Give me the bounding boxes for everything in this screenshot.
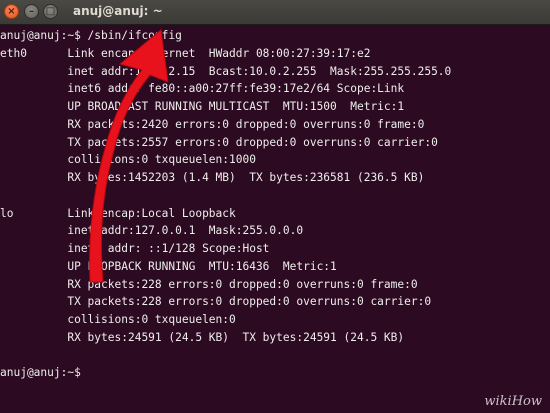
terminal-line: RX packets:2420 errors:0 dropped:0 overr… <box>0 117 425 131</box>
terminal-line: eth0 Link encap:Ethernet HWaddr 08:00:27… <box>0 46 371 60</box>
terminal-line: inet6 addr: fe80::a00:27ff:fe39:17e2/64 … <box>0 82 405 96</box>
terminal-line: anuj@anuj:~$ /sbin/ifconfig <box>0 29 182 42</box>
maximize-window-button[interactable]: □ <box>43 4 58 19</box>
terminal-line: RX bytes:1452203 (1.4 MB) TX bytes:23658… <box>0 171 425 184</box>
wikihow-watermark: wikiHow <box>484 394 542 409</box>
terminal-line: anuj@anuj:~$ <box>0 366 88 380</box>
terminal-line: inet addr:127.0.0.1 Mask:255.0.0.0 <box>0 224 304 238</box>
terminal-line: collisions:0 txqueuelen:1000 <box>0 153 256 167</box>
title-bar: × – □ anuj@anuj: ~ <box>0 0 550 25</box>
terminal-line: collisions:0 txqueuelen:0 <box>0 313 236 326</box>
terminal-output[interactable]: anuj@anuj:~$ /sbin/ifconfig eth0 Link enc… <box>0 27 550 397</box>
close-window-button[interactable]: × <box>4 4 19 19</box>
terminal-line: UP BROADCAST RUNNING MULTICAST MTU:1500 … <box>0 100 405 113</box>
terminal-line: UP LOOPBACK RUNNING MTU:16436 Metric:1 <box>0 259 337 273</box>
minimize-window-button[interactable]: – <box>24 4 39 19</box>
terminal-line: inet addr:10.0.2.15 Bcast:10.0.2.255 Mas… <box>0 64 452 78</box>
window-title: anuj@anuj: ~ <box>73 4 163 18</box>
terminal-line: RX bytes:24591 (24.5 KB) TX bytes:24591 … <box>0 330 405 344</box>
terminal-line: TX packets:228 errors:0 dropped:0 overru… <box>0 295 432 309</box>
terminal-line: TX packets:2557 errors:0 dropped:0 overr… <box>0 135 438 149</box>
terminal-line: lo Link encap:Local Loopback <box>0 206 236 220</box>
terminal-line: inet6 addr: ::1/128 Scope:Host <box>0 242 270 255</box>
terminal-line: RX packets:228 errors:0 dropped:0 overru… <box>0 277 418 291</box>
